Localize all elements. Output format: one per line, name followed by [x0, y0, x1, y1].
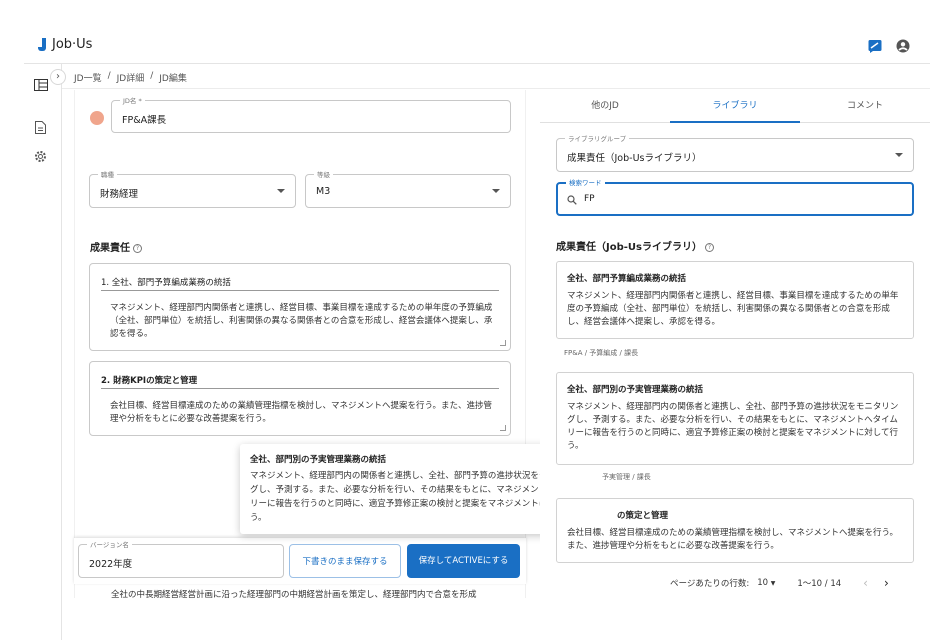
document-icon[interactable]: [35, 121, 46, 134]
app-header: Job·Us: [24, 30, 930, 64]
responsibility-body[interactable]: 会社目標、経営目標達成のための業績管理指標を検討し、マネジメントへ提案を行う。ま…: [110, 400, 496, 426]
library-panel: 他のJD ライブラリ コメント ライブラリグループ 成果責任（Job-Usライブ…: [540, 90, 930, 640]
page-range: 1〜10 / 14: [797, 579, 842, 589]
grade-value: M3: [316, 186, 331, 197]
resize-handle[interactable]: [500, 340, 506, 346]
library-card-title: 全社、部門別の予実管理業務の統括: [567, 385, 704, 395]
save-draft-button[interactable]: 下書きのまま保存する: [289, 544, 401, 578]
avatar: [90, 111, 104, 125]
breadcrumb-sep: /: [107, 71, 111, 81]
library-card-body: 会社目標、経営目標達成のための業績管理指標を検討し、マネジメントへ提案を行う。ま…: [567, 528, 898, 551]
version-name-field[interactable]: バージョン名 2022年度: [78, 539, 284, 578]
tooltip-title: 全社、部門別の予実管理業務の統括: [250, 455, 387, 465]
library-group-label: ライブラリグループ: [565, 133, 630, 143]
library-card-title: の策定と管理: [617, 511, 669, 521]
feedback-icon[interactable]: [868, 39, 882, 53]
library-card-tags: 予実管理 / 課長: [602, 473, 651, 481]
library-card-tags: FP&A / 予算編成 / 課長: [564, 349, 639, 357]
resize-handle[interactable]: [500, 425, 506, 431]
tab-library[interactable]: ライブラリ: [670, 90, 800, 123]
library-card-body: マネジメント、経理部門内関係者と連携し、経営目標、事業目標を達成するための単年度…: [567, 291, 899, 327]
app-name: Job·Us: [52, 37, 93, 52]
chevron-down-icon: [277, 189, 285, 193]
responsibility-card[interactable]: 2. 財務KPIの策定と管理 会社目標、経営目標達成のための業績管理指標を検討し…: [89, 361, 511, 436]
breadcrumb: JD一覧 / JD詳細 / JD編集: [74, 71, 187, 84]
help-icon[interactable]: ?: [133, 244, 142, 253]
next-page-icon[interactable]: ›: [884, 576, 889, 590]
jd-name-field[interactable]: JD名 * FP&A課長: [111, 95, 511, 133]
rail-toggle-button[interactable]: ›: [50, 69, 66, 85]
search-value: FP: [584, 194, 595, 204]
tab-comment[interactable]: コメント: [800, 90, 930, 122]
responsibility-title[interactable]: 1. 全社、部門予算編成業務の統括: [101, 276, 231, 288]
job-type-value: 財務経理: [100, 189, 139, 200]
search-label: 検索ワード: [566, 177, 605, 187]
rows-per-page-select[interactable]: 10 ▼: [757, 578, 775, 588]
pagination: ページあたりの行数: 10 ▼ 1〜10 / 14 ‹ ›: [670, 576, 889, 590]
version-name-value: 2022年度: [89, 559, 133, 570]
library-card[interactable]: 全社、部門別の予実管理業務の統括 マネジメント、経理部門内の関係者と連携し、全社…: [556, 372, 914, 465]
job-type-select[interactable]: 職種 財務経理: [89, 169, 296, 208]
logo-icon: [38, 37, 48, 52]
rows-per-page-label: ページあたりの行数:: [670, 579, 750, 589]
tooltip-body: マネジメント、経理部門内の関係者と連携し、全社、部門予算の進捗状況をモニタリング…: [250, 471, 582, 523]
library-group-value: 成果責任（Job-Usライブラリ）: [567, 153, 702, 164]
help-icon[interactable]: ?: [704, 243, 714, 252]
library-card[interactable]: 全社、部門予算編成業務の統括 マネジメント、経理部門内関係者と連携し、経営目標、…: [556, 261, 914, 339]
breadcrumb-jd-edit: JD編集: [159, 74, 187, 84]
divider: [101, 290, 499, 291]
responsibility-card[interactable]: 1. 全社、部門予算編成業務の統括 マネジメント、経理部門内関係者と連携し、経営…: [89, 263, 511, 351]
chevron-down-icon: [895, 153, 903, 157]
search-input[interactable]: 検索ワード FP: [556, 177, 914, 216]
library-group-select[interactable]: ライブラリグループ 成果責任（Job-Usライブラリ）: [556, 133, 914, 172]
save-active-button[interactable]: 保存してACTIVEにする: [407, 544, 520, 578]
library-section-title: 成果責任（Job-Usライブラリ）?: [556, 238, 714, 253]
prev-page-icon[interactable]: ‹: [863, 576, 868, 590]
grade-label: 等級: [314, 169, 333, 179]
account-icon[interactable]: [896, 39, 910, 53]
save-bar: バージョン名 2022年度 下書きのまま保存する 保存してACTIVEにする: [74, 538, 526, 584]
job-type-label: 職種: [98, 169, 117, 179]
library-card-title: 全社、部門予算編成業務の統括: [567, 274, 687, 284]
chevron-down-icon: [492, 189, 500, 193]
jd-list-icon[interactable]: [34, 79, 48, 91]
search-icon: [567, 195, 577, 205]
responsibility-partial-text: 全社の中長期経営経営計画に沿った経理部門の中期経営計画を策定し、経理部門内で合意…: [111, 590, 477, 600]
side-rail: [24, 64, 62, 640]
tab-other-jd[interactable]: 他のJD: [540, 90, 670, 122]
jd-name-label: JD名 *: [120, 95, 145, 105]
library-card[interactable]: の策定と管理 会社目標、経営目標達成のための業績管理指標を検討し、マネジメントへ…: [556, 498, 914, 563]
breadcrumb-jd-list[interactable]: JD一覧: [74, 71, 102, 84]
grade-select[interactable]: 等級 M3: [305, 169, 511, 208]
breadcrumb-sep: /: [150, 71, 154, 81]
breadcrumb-jd-detail[interactable]: JD詳細: [117, 71, 145, 84]
section-title: 成果責任?: [90, 239, 142, 254]
divider: [62, 88, 930, 89]
jd-name-value: FP&A課長: [122, 115, 167, 126]
responsibility-body[interactable]: マネジメント、経理部門内関係者と連携し、経営目標、事業目標を達成するための単年度…: [110, 302, 496, 341]
app-logo[interactable]: Job·Us: [38, 37, 92, 52]
tab-bar: 他のJD ライブラリ コメント: [540, 90, 930, 123]
responsibility-title[interactable]: 2. 財務KPIの策定と管理: [101, 374, 197, 386]
library-card-body: マネジメント、経理部門内の関係者と連携し、全社、部門予算の進捗状況をモニタリング…: [567, 402, 899, 451]
divider: [101, 388, 499, 389]
settings-icon[interactable]: [34, 150, 47, 163]
version-name-label: バージョン名: [87, 539, 132, 549]
